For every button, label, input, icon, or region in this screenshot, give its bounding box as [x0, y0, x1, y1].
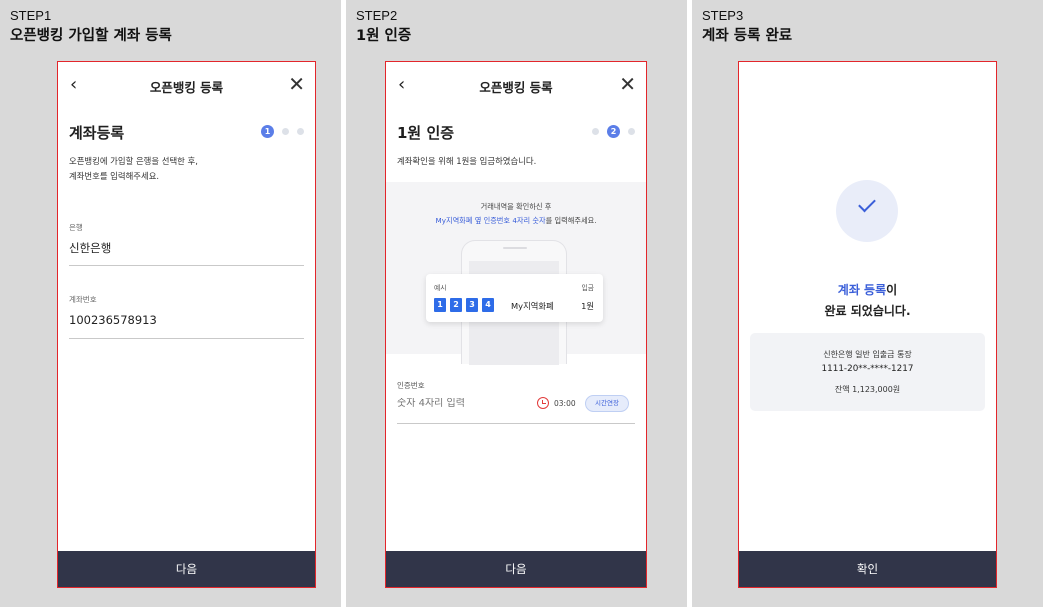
phone-screen: ‹ 오픈뱅킹 등록 ✕ 1원 인증 2 계좌확인을 위해 1원을 입금하였습니다… [385, 61, 647, 588]
header-title: 오픈뱅킹 등록 [149, 80, 224, 95]
divider [397, 423, 635, 424]
example-label: 예시 [434, 284, 447, 292]
app-header: ‹ 오픈뱅킹 등록 ✕ [58, 62, 315, 110]
step2-panel: STEP2 1원 인증 ‹ 오픈뱅킹 등록 ✕ 1원 인증 2 계좌확인을 위해… [346, 0, 687, 607]
progress-dot [628, 128, 635, 135]
extend-time-button[interactable]: 시간연장 [585, 395, 629, 412]
progress-indicator: 2 [592, 125, 635, 138]
divider [69, 265, 304, 266]
step-label: STEP3 [702, 8, 744, 23]
step-label: STEP1 [10, 8, 52, 23]
account-number: 1111-20**-****-1217 [821, 364, 914, 374]
example-digit: 1 [434, 298, 446, 312]
close-icon[interactable]: ✕ [288, 72, 305, 96]
guide-text-highlight: My지역화폐 옆 인증번호 4자리 숫자를 입력해주세요. [386, 216, 646, 226]
account-balance: 잔액 1,123,000원 [834, 385, 901, 394]
progress-indicator: 1 [261, 125, 304, 138]
example-digits: 1 2 3 4 [434, 298, 494, 312]
step3-panel: STEP3 계좌 등록 완료 계좌 등록이 완료 되었습니다. 신한은행 일반 … [692, 0, 1043, 607]
next-button[interactable]: 다음 [58, 551, 315, 587]
success-badge [836, 180, 898, 242]
guide-rest: 를 입력해주세요. [545, 216, 597, 225]
page-title: 계좌등록 [69, 124, 125, 142]
phone-screen: ‹ 오픈뱅킹 등록 ✕ 계좌등록 1 오픈뱅킹에 가입할 은행을 선택한 후, … [57, 61, 316, 588]
completion-message: 계좌 등록이 [739, 281, 996, 298]
example-amount-label: 입금 [581, 284, 594, 292]
progress-dot [282, 128, 289, 135]
page-description: 계좌확인을 위해 1원을 입금하였습니다. [397, 156, 537, 166]
account-number-input[interactable]: 100236578913 [69, 313, 157, 327]
example-name: My지역화폐 [511, 301, 554, 311]
bank-select[interactable]: 신한은행 [69, 240, 111, 256]
step-label: STEP2 [356, 8, 398, 23]
timer-text: 03:00 [554, 399, 576, 408]
completion-suffix: 이 [886, 283, 898, 297]
completion-highlight: 계좌 등록 [837, 283, 887, 297]
account-name: 신한은행 일반 입출금 통장 [823, 350, 912, 359]
auth-code-label: 인증번호 [397, 381, 425, 390]
progress-dot-current: 1 [261, 125, 274, 138]
step-title: 계좌 등록 완료 [702, 28, 793, 44]
page-description: 오픈뱅킹에 가입할 은행을 선택한 후, 계좌번호를 입력해주세요. [69, 156, 198, 181]
example-digit: 4 [482, 298, 494, 312]
example-digit: 3 [466, 298, 478, 312]
example-amount: 1원 [581, 301, 594, 311]
clock-icon [537, 397, 549, 409]
auth-code-input[interactable] [397, 398, 517, 409]
phone-notch [503, 247, 527, 249]
account-summary: 신한은행 일반 입출금 통장 1111-20**-****-1217 잔액 1,… [750, 333, 985, 411]
example-card: 예시 입금 1 2 3 4 My지역화폐 1원 [426, 274, 603, 322]
guide-highlight: My지역화폐 옆 인증번호 4자리 숫자 [435, 216, 546, 225]
step1-panel: STEP1 오픈뱅킹 가입할 계좌 등록 ‹ 오픈뱅킹 등록 ✕ 계좌등록 1 … [0, 0, 341, 607]
close-icon[interactable]: ✕ [619, 72, 636, 96]
completion-message-line2: 완료 되었습니다. [824, 304, 911, 318]
example-digit: 2 [450, 298, 462, 312]
guide-box: 거래내역을 확인하신 후 My지역화폐 옆 인증번호 4자리 숫자를 입력해주세… [386, 182, 646, 365]
header-title: 오픈뱅킹 등록 [479, 80, 553, 95]
guide-text: 거래내역을 확인하신 후 [480, 202, 552, 211]
step-title: 1원 인증 [356, 28, 412, 44]
progress-dot-current: 2 [607, 125, 620, 138]
bank-field-label: 은행 [69, 223, 83, 232]
page-title: 1원 인증 [397, 124, 455, 142]
next-button[interactable]: 다음 [386, 551, 646, 587]
app-header: ‹ 오픈뱅킹 등록 ✕ [386, 62, 646, 110]
check-icon [858, 194, 876, 213]
step-title: 오픈뱅킹 가입할 계좌 등록 [10, 28, 172, 44]
progress-dot [297, 128, 304, 135]
divider [69, 338, 304, 339]
confirm-button[interactable]: 확인 [739, 551, 996, 587]
progress-dot [592, 128, 599, 135]
account-field-label: 계좌번호 [69, 295, 97, 304]
phone-screen: 계좌 등록이 완료 되었습니다. 신한은행 일반 입출금 통장 1111-20*… [738, 61, 997, 588]
